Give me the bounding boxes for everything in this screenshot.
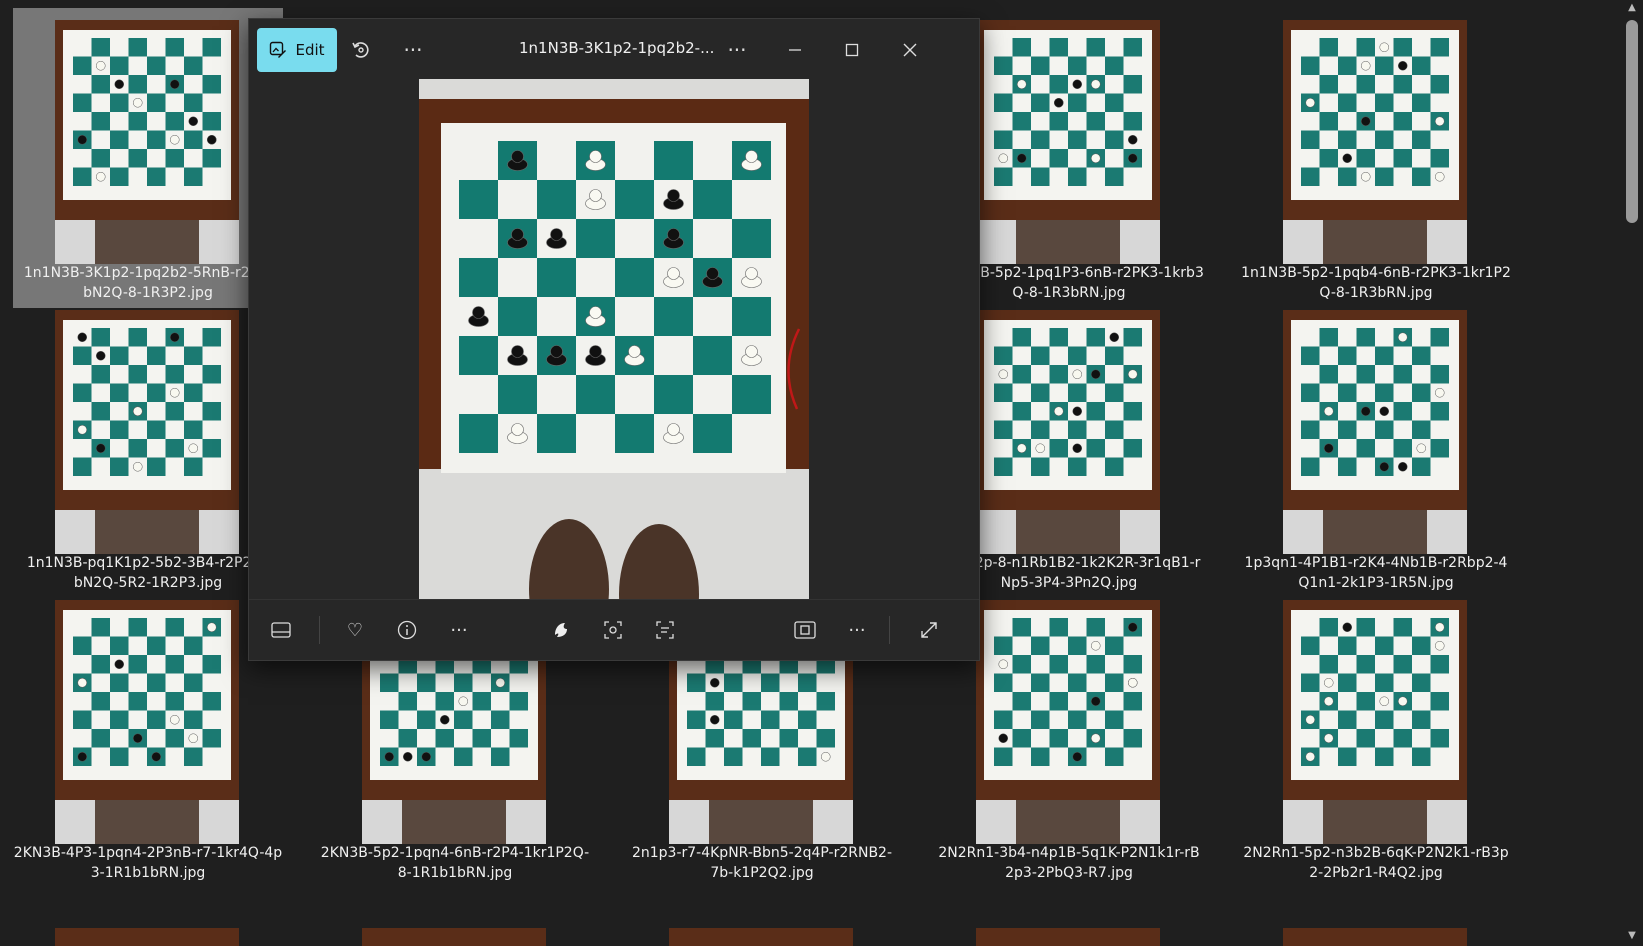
filmstrip-icon[interactable] [263,612,299,648]
close-icon[interactable] [892,32,928,68]
info-icon[interactable] [389,612,425,648]
file-thumbnail [976,600,1160,844]
file-thumbnail [1283,600,1467,844]
file-tile[interactable]: 1n1N3B-pq1K1p2-5b2-3B4-r2P2n1 bN2Q-5R2-1R… [13,298,283,598]
scroll-thumb[interactable] [1626,20,1638,223]
file-thumbnail [55,20,239,264]
maximize-icon[interactable] [834,32,870,68]
main-photo [419,79,809,599]
file-name-line: 1p3qn1-4P1B1-r2K4-4Nb1B-r2Rbp2-4 [1244,555,1508,571]
more-options-icon[interactable]: ··· [719,32,755,68]
file-tile[interactable]: 1n1N3B-5p2-1pqb4-6nB-r2PK3-1kr1P2 Q-8-1R3… [1241,8,1511,308]
fullscreen-icon[interactable] [911,612,947,648]
file-name-line: 2N2Rn1-3b4-n4p1B-5q1K-P2N1k1r-rB [938,845,1200,861]
visual-search-icon[interactable] [595,612,631,648]
file-name-line: 2KN3B-5p2-1pqn4-6nB-r2P4-1kr1P2Q- [320,845,590,861]
file-name: 2n1p3-r7-4KpNR-Bbn5-2q4P-r2RNB2- 7b-k1P2Q… [627,843,897,883]
scroll-down-arrow[interactable]: ▼ [1624,930,1640,944]
file-thumbnail [976,310,1160,554]
photo-viewer-window: Edit ··· 1n1N3B-3K1p2-1pq2b2-... ··· ♡ ·… [248,18,980,661]
more-options-icon[interactable]: ··· [441,612,477,648]
rotate-icon[interactable] [343,32,379,68]
scroll-up-arrow[interactable]: ▲ [1624,2,1640,16]
file-name-line: 3-1R1b1bRN.jpg [90,865,206,881]
file-thumbnail[interactable] [55,928,239,946]
file-name: 1n1N3B-pq1K1p2-5b2-3B4-r2P2n1 bN2Q-5R2-1R… [13,553,283,593]
file-name: 1n1N3B-3K1p2-1pq2b2-5RnB-r2P4- bN2Q-8-1R3… [13,263,283,303]
file-thumbnail [1283,20,1467,264]
fit-to-window-icon[interactable] [787,612,823,648]
viewer-title: 1n1N3B-3K1p2-1pq2b2-... [519,39,715,57]
file-name-line: 1n1N3B-3K1p2-1pq2b2-5RnB-r2P4- [23,265,273,281]
file-thumbnail [976,20,1160,264]
edit-image-icon [270,41,287,58]
file-thumbnail[interactable] [669,928,853,946]
more-options-icon[interactable]: ··· [395,32,431,68]
file-name: 2KN3B-4P3-1pqn4-2P3nB-r7-1kr4Q-4p 3-1R1b1… [13,843,283,883]
file-tile[interactable]: 2KN3B-4P3-1pqn4-2P3nB-r7-1kr4Q-4p 3-1R1b1… [13,588,283,888]
file-name-line: 2n1p3-r7-4KpNR-Bbn5-2q4P-r2RNB2- [631,845,893,861]
file-thumbnail[interactable] [362,928,546,946]
edit-button[interactable]: Edit [257,28,337,72]
file-name-line: 1n1N3B-5p2-1pqb4-6nB-r2PK3-1kr1P2 [1241,265,1511,281]
edit-button-label: Edit [295,41,325,59]
file-name: 2N2Rn1-3b4-n4p1B-5q1K-P2N1k1r-rB 2p3-2PbQ… [934,843,1204,883]
file-tile[interactable]: 1n1N3B-3K1p2-1pq2b2-5RnB-r2P4- bN2Q-8-1R3… [13,8,283,308]
minimize-icon[interactable] [777,32,813,68]
copilot-icon[interactable] [543,612,579,648]
text-extract-icon[interactable] [647,612,683,648]
file-name-line: 2-2Pb2r1-R4Q2.jpg [1309,865,1443,881]
file-name-line: 1n1N3B-pq1K1p2-5b2-3B4-r2P2n1 [26,555,270,571]
file-tile[interactable]: 2N2Rn1-5p2-n3b2B-6qK-P2N2k1-rB3p 2-2Pb2r1… [1241,588,1511,888]
file-tile[interactable]: 1p3qn1-4P1B1-r2K4-4Nb1B-r2Rbp2-4 Q1n1-2k1… [1241,298,1511,598]
file-name: 1p3qn1-4P1B1-r2K4-4Nb1B-r2Rbp2-4 Q1n1-2k1… [1241,553,1511,593]
file-name: 2KN3B-5p2-1pqn4-6nB-r2P4-1kr1P2Q- 8-1R1b1… [320,843,590,883]
file-thumbnail [55,310,239,554]
file-name: 2N2Rn1-5p2-n3b2B-6qK-P2N2k1-rB3p 2-2Pb2r1… [1241,843,1511,883]
file-name-line: 2N2Rn1-5p2-n3b2B-6qK-P2N2k1-rB3p [1243,845,1509,861]
file-name-line: 2p3-2PbQ3-R7.jpg [1005,865,1133,881]
viewer-titlebar: Edit ··· 1n1N3B-3K1p2-1pq2b2-... ··· [249,19,979,79]
file-thumbnail[interactable] [1283,928,1467,946]
file-name-line: 8-1R1b1bRN.jpg [397,865,513,881]
file-thumbnail [55,600,239,844]
more-options-icon[interactable]: ··· [839,612,875,648]
viewer-bottom-toolbar: ♡ ··· ··· [249,599,979,660]
file-name: 1n1N3B-5p2-1pqb4-6nB-r2PK3-1kr1P2 Q-8-1R3… [1241,263,1511,303]
file-name-line: 2KN3B-4P3-1pqn4-2P3nB-r7-1kr4Q-4p [13,845,283,861]
vertical-scrollbar[interactable]: ▲ ▼ [1622,0,1643,946]
file-name-line: 7b-k1P2Q2.jpg [710,865,814,881]
file-thumbnail[interactable] [976,928,1160,946]
file-thumbnail [1283,310,1467,554]
heart-icon[interactable]: ♡ [337,612,373,648]
